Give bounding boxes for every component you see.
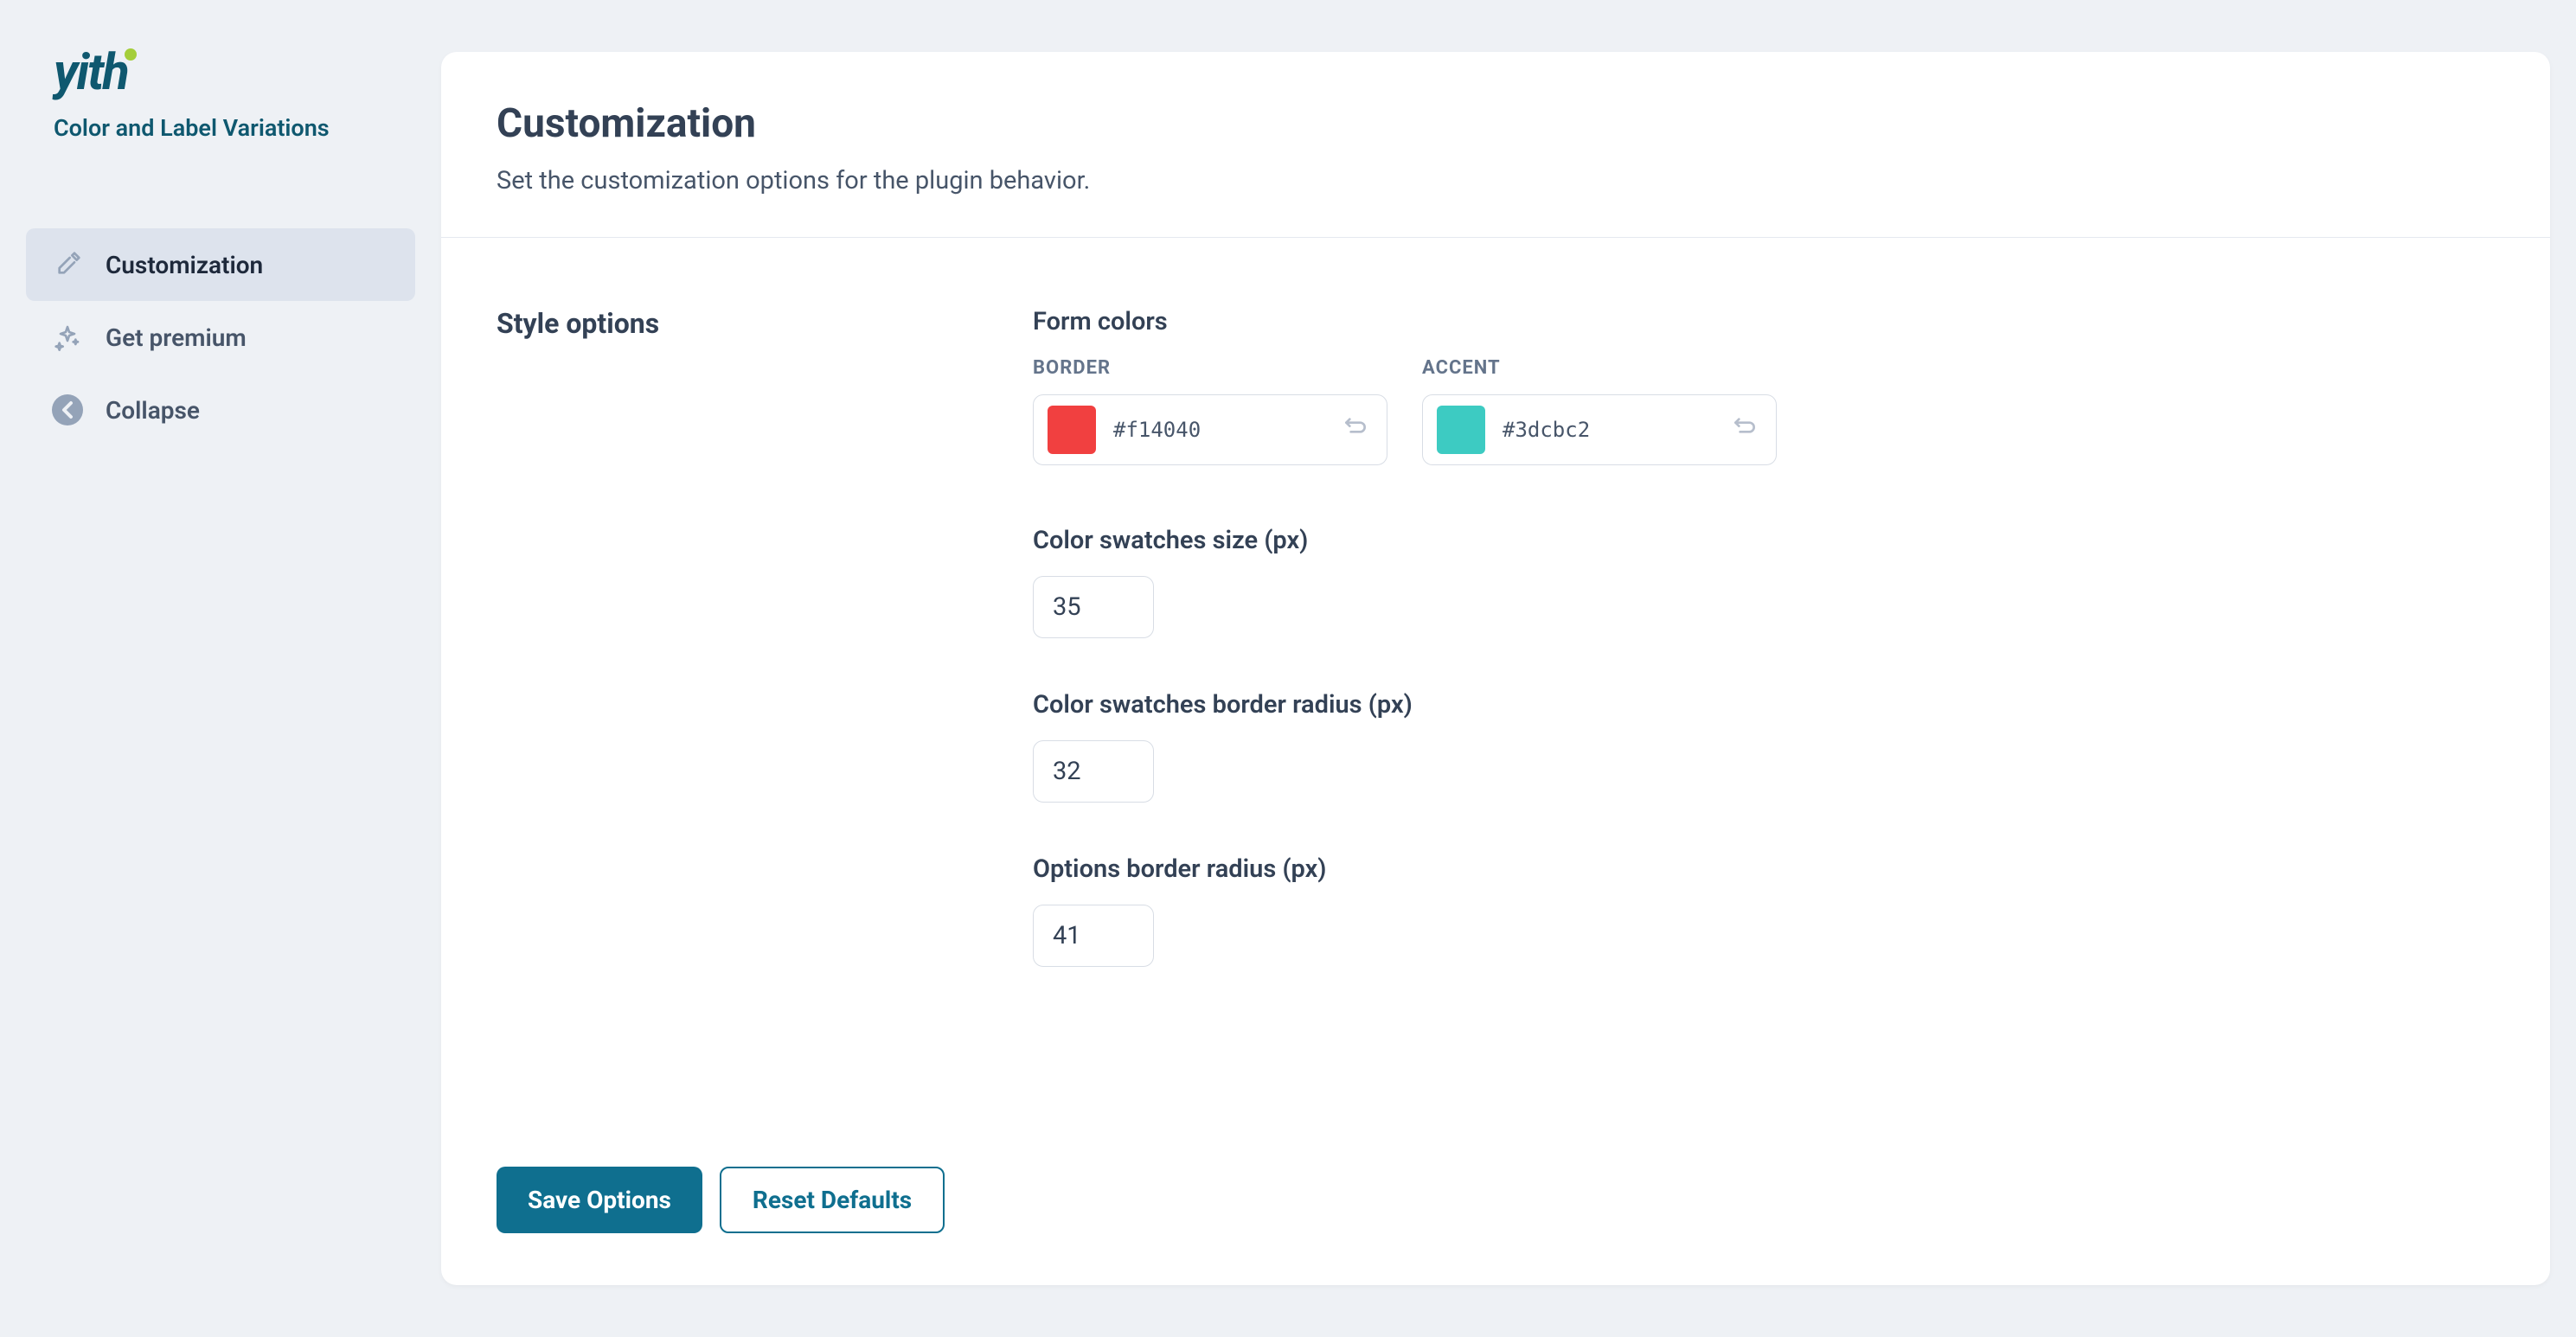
sparkles-icon [52,322,83,353]
section-title: Style options [497,307,981,1063]
swatch-radius-input[interactable] [1033,740,1154,803]
brand-area: yith Color and Label Variations [26,43,415,176]
border-color-group: BORDER #f14040 [1033,357,1387,465]
accent-color-input[interactable]: #3dcbc2 [1422,394,1777,465]
undo-icon[interactable] [1338,410,1373,451]
page-title: Customization [497,100,2495,147]
brand-logo-dot [125,48,137,61]
reset-button[interactable]: Reset Defaults [720,1167,945,1233]
brand-logo-text: yith [54,43,128,102]
border-color-label: BORDER [1033,357,1387,379]
sidebar-nav: Customization Get premium [26,228,415,446]
panel-header: Customization Set the customization opti… [441,52,2550,238]
swatch-radius-label: Color swatches border radius (px) [1033,690,2495,720]
sidebar-item-label: Collapse [106,396,200,425]
accent-color-swatch[interactable] [1437,406,1485,454]
sidebar-item-label: Customization [106,251,263,279]
accent-color-hex: #3dcbc2 [1503,418,1710,442]
settings-panel: Customization Set the customization opti… [441,52,2550,1285]
border-color-hex: #f14040 [1113,418,1321,442]
border-color-input[interactable]: #f14040 [1033,394,1387,465]
panel-footer: Save Options Reset Defaults [441,1132,2550,1285]
sidebar: yith Color and Label Variations Customiz… [0,0,441,1337]
swatch-radius-group: Color swatches border radius (px) [1033,690,2495,803]
app-container: yith Color and Label Variations Customiz… [0,0,2576,1337]
page-description: Set the customization options for the pl… [497,166,2495,195]
accent-color-group: ACCENT #3dcbc2 [1422,357,1777,465]
swatch-size-input[interactable] [1033,576,1154,638]
main-content: Customization Set the customization opti… [441,0,2576,1337]
brand-logo: yith [54,43,128,102]
swatch-size-label: Color swatches size (px) [1033,526,2495,555]
accent-color-label: ACCENT [1422,357,1777,379]
sidebar-item-label: Get premium [106,323,247,352]
arrow-left-circle-icon [52,394,83,425]
sidebar-item-premium[interactable]: Get premium [26,301,415,374]
plugin-name: Color and Label Variations [54,114,388,142]
swatch-size-group: Color swatches size (px) [1033,526,2495,638]
options-radius-input[interactable] [1033,905,1154,967]
save-button[interactable]: Save Options [497,1167,702,1233]
sidebar-item-customization[interactable]: Customization [26,228,415,301]
options-radius-group: Options border radius (px) [1033,854,2495,967]
form-area: Form colors BORDER #f14040 [1033,307,2495,1063]
undo-icon[interactable] [1727,410,1762,451]
color-pickers-row: BORDER #f14040 [1033,357,2495,465]
eyedropper-icon [52,249,83,280]
border-color-swatch[interactable] [1048,406,1096,454]
options-radius-label: Options border radius (px) [1033,854,2495,884]
sidebar-item-collapse[interactable]: Collapse [26,374,415,446]
form-colors-label: Form colors [1033,307,2495,336]
panel-body: Style options Form colors BORDER #f14040 [441,238,2550,1132]
